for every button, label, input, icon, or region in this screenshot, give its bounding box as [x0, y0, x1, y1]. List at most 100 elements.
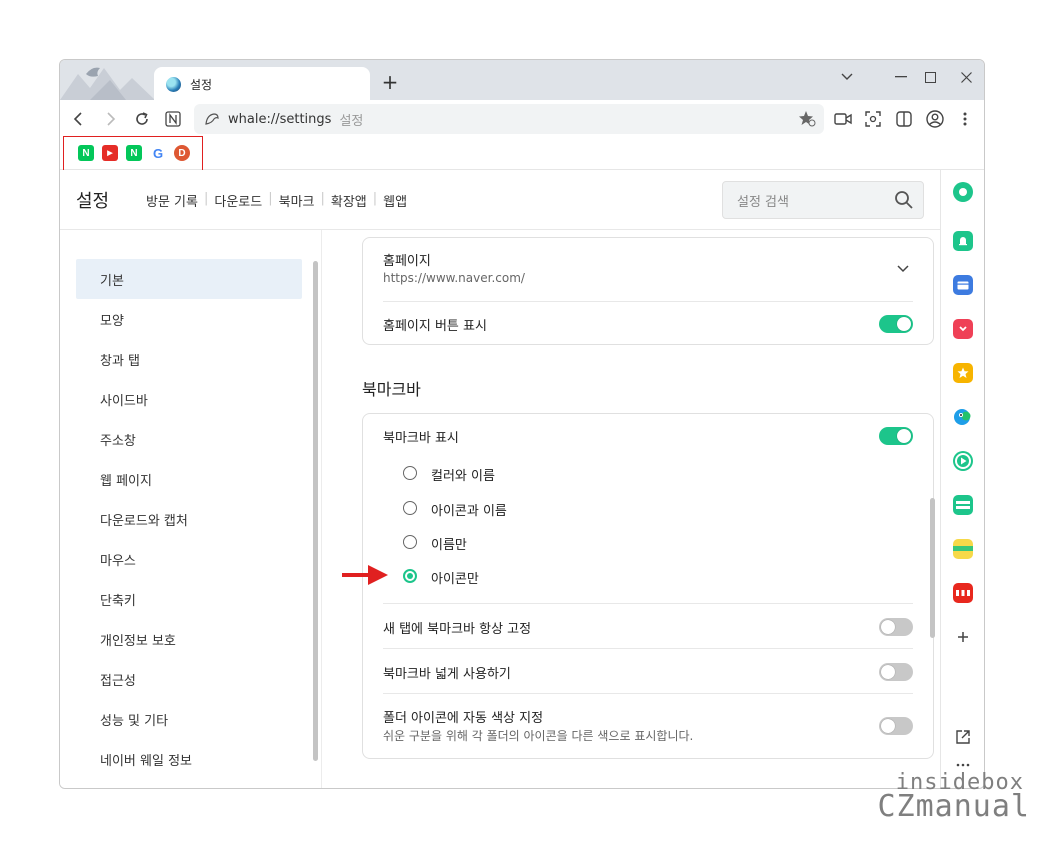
radio-label-icon-and-name: 아이콘과 이름	[431, 504, 507, 519]
chevron-down-icon[interactable]	[897, 265, 909, 273]
wide-bookmarkbar-label: 북마크바 넓게 사용하기	[383, 667, 511, 682]
folder-color-description: 쉬운 구분을 위해 각 폴더의 아이콘을 다른 색으로 표시합니다.	[383, 729, 694, 743]
tab-list-chevron-icon[interactable]	[834, 66, 860, 88]
video-call-icon[interactable]	[830, 106, 856, 132]
title-bar: 설정 +	[60, 60, 984, 101]
naver-icon[interactable]: N	[78, 145, 94, 161]
close-button[interactable]	[953, 66, 979, 88]
add-icon[interactable]	[953, 627, 973, 647]
wide-bookmarkbar-toggle[interactable]	[879, 663, 913, 681]
memo-icon[interactable]	[953, 539, 973, 559]
search-placeholder: 설정 검색	[737, 194, 789, 210]
bookmark-star-icon[interactable]	[798, 110, 816, 128]
back-button[interactable]	[66, 106, 92, 132]
sidebar-item-accessibility[interactable]: 접근성	[76, 659, 302, 699]
whale-site-icon	[205, 113, 219, 125]
tab-title: 설정	[190, 77, 213, 92]
whale-theme-art-icon	[60, 67, 155, 100]
sidebar-item-downloads[interactable]: 다운로드와 캡처	[76, 499, 302, 539]
settings-header: 설정 방문 기록 | 다운로드 | 북마크 | 확장앱 | 웹앱 설정 검색	[60, 170, 940, 230]
webtoon-icon[interactable]	[953, 495, 973, 515]
main-scrollbar[interactable]	[930, 498, 935, 638]
bookmarkbar-show-label: 북마크바 표시	[383, 431, 459, 446]
radio-label-icon-only: 아이콘만	[431, 572, 479, 587]
homepage-card: 홈페이지 https://www.naver.com/ 홈페이지 버튼 표시	[362, 237, 934, 345]
header-nav: 방문 기록 | 다운로드 | 북마크 | 확장앱 | 웹앱	[140, 191, 413, 210]
google-icon[interactable]: G	[150, 145, 166, 161]
tab-settings[interactable]: 설정	[154, 67, 370, 101]
alarm-icon[interactable]	[953, 231, 973, 251]
external-link-icon[interactable]	[953, 727, 973, 747]
sidebar-item-addressbar[interactable]: 주소창	[76, 419, 302, 459]
settings-search-input[interactable]: 설정 검색	[722, 181, 924, 219]
sidebar-item-performance[interactable]: 성능 및 기타	[76, 699, 302, 739]
watermark: insidebox CZmanual	[860, 770, 1030, 824]
sidebar-item-webpage[interactable]: 웹 페이지	[76, 459, 302, 499]
sidebar-item-sidebar[interactable]: 사이드바	[76, 379, 302, 419]
nav-downloads[interactable]: 다운로드	[208, 191, 268, 210]
wallet-icon[interactable]	[953, 275, 973, 295]
sidebar-item-appearance[interactable]: 모양	[76, 299, 302, 339]
search-icon[interactable]	[894, 190, 914, 210]
radio-icon-only[interactable]	[403, 569, 417, 583]
maximize-button[interactable]	[917, 66, 943, 88]
folder-color-label: 폴더 아이콘에 자동 색상 지정	[383, 711, 544, 726]
watermark-line2: CZmanual	[877, 789, 1030, 824]
sidebar-item-window-tabs[interactable]: 창과 탭	[76, 339, 302, 379]
naver-home-button[interactable]	[160, 106, 186, 132]
minimize-button[interactable]	[888, 66, 914, 88]
pocket-icon[interactable]	[953, 319, 973, 339]
star-icon[interactable]	[953, 363, 973, 383]
sidebar-item-privacy[interactable]: 개인정보 보호	[76, 619, 302, 659]
address-url: whale://settings	[228, 111, 332, 127]
bookmarkbar-card: 북마크바 표시 컬러와 이름 아이콘과 이름 이름만 아이콘만 새 탭에 북마크…	[362, 413, 934, 759]
always-show-label: 새 탭에 북마크바 항상 고정	[383, 622, 532, 637]
bookmarkbar-show-toggle[interactable]	[879, 427, 913, 445]
homepage-button-toggle[interactable]	[879, 315, 913, 333]
page-title: 설정	[76, 191, 110, 212]
forward-button[interactable]	[97, 106, 123, 132]
settings-page: 설정 방문 기록 | 다운로드 | 북마크 | 확장앱 | 웹앱 설정 검색 기본 모양…	[60, 170, 940, 788]
radio-label-name-only: 이름만	[431, 538, 467, 553]
nav-extensions[interactable]: 확장앱	[325, 191, 373, 210]
always-show-toggle[interactable]	[879, 618, 913, 636]
settings-main: 홈페이지 https://www.naver.com/ 홈페이지 버튼 표시 북…	[322, 230, 940, 788]
browser-window: 설정 + whale://settings 설정 N ▶ N G D 설정 방문…	[59, 59, 985, 789]
split-view-icon[interactable]	[891, 106, 917, 132]
folder-color-toggle[interactable]	[879, 717, 913, 735]
radio-name-only[interactable]	[403, 535, 417, 549]
whale-dot-icon[interactable]	[953, 182, 973, 202]
more-menu-icon[interactable]	[952, 106, 978, 132]
now-icon[interactable]	[953, 583, 973, 603]
bookmarkbar-section-title: 북마크바	[362, 380, 421, 399]
capture-icon[interactable]	[860, 106, 886, 132]
address-bar[interactable]: whale://settings 설정	[194, 104, 824, 134]
radio-color-and-name[interactable]	[403, 466, 417, 480]
homepage-url: https://www.naver.com/	[383, 271, 525, 285]
papago-icon[interactable]	[953, 407, 973, 427]
sidebar-scrollbar[interactable]	[313, 261, 318, 761]
profile-icon[interactable]	[922, 106, 948, 132]
duckduckgo-icon[interactable]: D	[174, 145, 190, 161]
naver-icon[interactable]: N	[126, 145, 142, 161]
bookmark-bar: N ▶ N G D	[60, 136, 984, 174]
address-page-label: 설정	[339, 113, 364, 129]
radio-label-color-and-name: 컬러와 이름	[431, 469, 495, 484]
annotation-arrow-icon	[342, 565, 388, 585]
new-tab-button[interactable]: +	[378, 70, 402, 94]
video-icon[interactable]	[953, 451, 973, 471]
homepage-title: 홈페이지	[383, 254, 431, 269]
reload-button[interactable]	[129, 106, 155, 132]
sidebar-item-mouse[interactable]: 마우스	[76, 539, 302, 579]
sidebar-item-about[interactable]: 네이버 웨일 정보	[76, 739, 302, 779]
sidebar-item-basic[interactable]: 기본	[76, 259, 302, 299]
nav-webapps[interactable]: 웹앱	[377, 191, 413, 210]
youtube-icon[interactable]: ▶	[102, 145, 118, 161]
settings-sidebar: 기본 모양 창과 탭 사이드바 주소창 웹 페이지 다운로드와 캡처 마우스 단…	[60, 230, 322, 788]
nav-bookmarks[interactable]: 북마크	[273, 191, 321, 210]
homepage-button-label: 홈페이지 버튼 표시	[383, 319, 487, 334]
whale-logo-icon	[166, 76, 181, 92]
radio-icon-and-name[interactable]	[403, 501, 417, 515]
sidebar-item-shortcuts[interactable]: 단축키	[76, 579, 302, 619]
nav-history[interactable]: 방문 기록	[140, 191, 204, 210]
